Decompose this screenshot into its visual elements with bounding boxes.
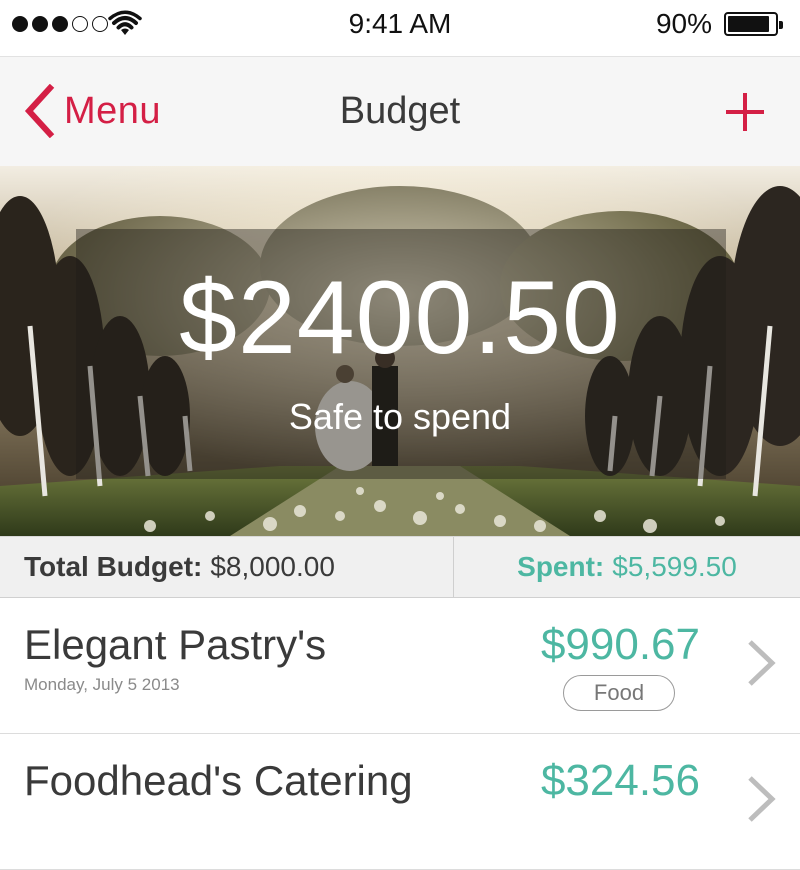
page-title: Budget <box>339 90 461 132</box>
battery-percent: 90% <box>655 8 712 39</box>
hero-banner: $2400.50 Safe to spend <box>0 166 800 536</box>
expense-name: Elegant Pastry's <box>24 621 327 668</box>
expense-name: Foodhead's Catering <box>24 757 413 804</box>
plus-icon[interactable] <box>724 91 766 133</box>
expense-amount: $990.67 <box>540 620 700 669</box>
total-budget-label: Total Budget: <box>24 551 203 582</box>
safe-to-spend-label: Safe to spend <box>288 396 512 437</box>
total-budget-value: $8,000.00 <box>210 551 335 582</box>
chevron-right-icon <box>748 640 776 686</box>
spent-label: Spent: <box>517 551 605 582</box>
navigation-bar: Menu Budget <box>0 56 800 166</box>
spent: Spent: $5,599.50 <box>454 537 800 597</box>
expense-date: Monday, July 5 2013 <box>24 675 180 694</box>
battery-icon <box>724 12 783 36</box>
expense-amount: $324.56 <box>540 756 700 805</box>
expense-item[interactable]: Elegant Pastry's Monday, July 5 2013 $99… <box>0 598 800 734</box>
status-bar: 9:41 AM 90% <box>0 0 800 56</box>
category-badge: Food <box>563 675 675 711</box>
chevron-right-icon <box>748 776 776 822</box>
safe-to-spend-amount: $2400.50 <box>179 260 621 376</box>
total-budget: Total Budget: $8,000.00 <box>0 537 454 597</box>
expense-item[interactable]: Foodhead's Catering $324.56 <box>0 734 800 870</box>
spent-value: $5,599.50 <box>612 551 737 582</box>
budget-summary: Total Budget: $8,000.00 Spent: $5,599.50 <box>0 536 800 598</box>
